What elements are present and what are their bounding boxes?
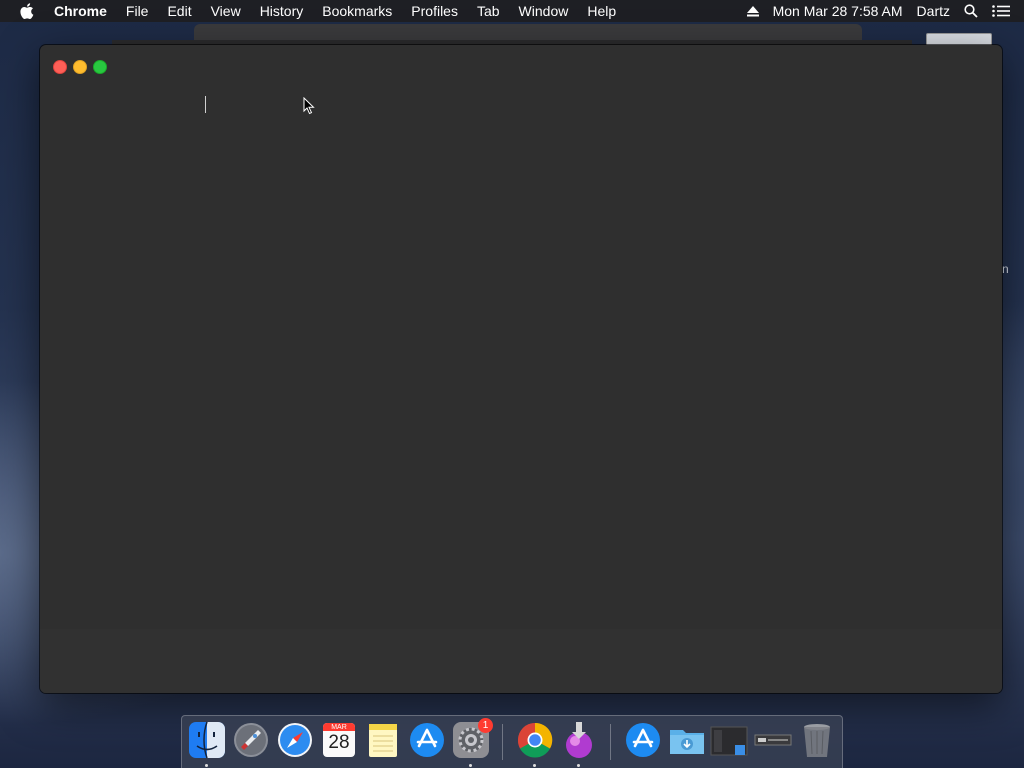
finder-running-indicator [205,764,208,767]
menu-window[interactable]: Window [519,0,569,22]
menu-edit[interactable]: Edit [167,0,191,22]
folder-download-icon[interactable] [668,721,706,759]
dock: MAR 28 1 [181,715,843,768]
menu-bookmarks[interactable]: Bookmarks [322,0,392,22]
calendar-month: MAR [331,724,347,731]
menu-file[interactable]: File [126,0,149,22]
menu-app-name[interactable]: Chrome [54,0,107,22]
menu-tab[interactable]: Tab [477,0,500,22]
chrome-icon[interactable] [516,721,554,759]
app-store-folder-icon[interactable] [624,721,662,759]
calendar-icon[interactable]: MAR 28 [320,721,358,759]
apple-menu-icon[interactable] [20,3,34,19]
rocket-icon[interactable] [232,721,270,759]
menu-history[interactable]: History [260,0,304,22]
menu-view[interactable]: View [211,0,241,22]
mouse-pointer-icon [303,96,315,120]
status-area: Mon Mar 28 7:58 AM Dartz [746,0,1024,22]
system-preferences-running-indicator [469,764,472,767]
user-name[interactable]: Dartz [917,3,950,19]
minimize-window-button[interactable] [73,60,87,74]
spotlight-search-icon[interactable] [964,4,978,18]
menu-help[interactable]: Help [587,0,616,22]
chrome-running-indicator [533,764,536,767]
trash-icon[interactable] [798,721,836,759]
notification-center-icon[interactable] [992,5,1010,17]
clock[interactable]: Mon Mar 28 7:58 AM [773,3,903,19]
window-bottom-area [40,629,1002,693]
installer-running-indicator [577,764,580,767]
menu-profiles[interactable]: Profiles [411,0,458,22]
desktop-edge-label: n [1002,262,1009,276]
notification-badge: 1 [478,718,493,733]
zoom-window-button[interactable] [93,60,107,74]
menu-bar: Chrome File Edit View History Bookmarks … [0,0,1024,22]
finder-icon[interactable] [188,721,226,759]
notes-icon[interactable] [364,721,402,759]
installer-icon[interactable] [560,721,598,759]
close-window-button[interactable] [53,60,67,74]
screenshot-icon[interactable] [710,721,748,759]
app-store-icon[interactable] [408,721,446,759]
dock-separator-2 [610,724,611,760]
gear-icon[interactable]: 1 [452,718,493,759]
calendar-day: 28 [328,732,350,753]
text-caret [205,96,206,113]
compass-icon[interactable] [276,721,314,759]
dock-separator [502,724,503,760]
window-preview-icon[interactable] [754,721,792,759]
chrome-window[interactable] [40,45,1002,693]
eject-icon[interactable] [746,5,759,17]
